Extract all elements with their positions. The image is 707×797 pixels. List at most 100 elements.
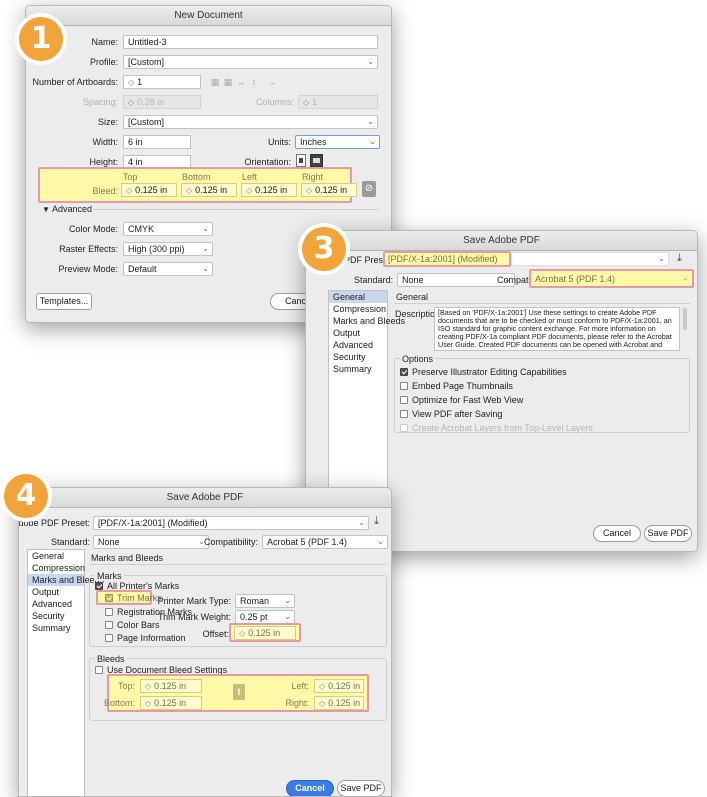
stepper-icon: ◇ (303, 98, 310, 107)
checkbox-icon (95, 666, 103, 674)
option-embed-thumbnails[interactable]: Embed Page Thumbnails (400, 381, 513, 391)
landscape-icon[interactable] (310, 154, 323, 167)
templates-button[interactable]: Templates... (36, 293, 92, 310)
sidebar-item-advanced[interactable]: Advanced (28, 598, 84, 610)
name-label: Name: (91, 37, 118, 47)
stepper-icon: ◇ (246, 186, 253, 195)
bleed-left-field[interactable]: ◇ 0.125 in (241, 183, 297, 197)
bleed-top-field[interactable]: ◇ 0.125 in (140, 679, 202, 693)
sidebar-item-output[interactable]: Output (329, 327, 387, 339)
right-to-left-icon[interactable]: → (266, 76, 278, 88)
description-scrollbar[interactable] (683, 308, 687, 330)
standard-select[interactable]: None ⌄ (93, 535, 209, 549)
profile-select[interactable]: [Custom] ⌄ (123, 55, 378, 69)
bleed-bottom-field[interactable]: ◇ 0.125 in (140, 696, 202, 710)
mark-weight-select[interactable]: 0.25 pt ⌄ (235, 610, 295, 624)
save-pdf-title: Save Adobe PDF (19, 488, 391, 508)
size-select[interactable]: [Custom] ⌄ (123, 115, 378, 129)
portrait-icon[interactable] (296, 154, 306, 167)
raster-effects-label: Raster Effects: (59, 244, 118, 254)
arrange-column-icon[interactable]: ↕ (248, 76, 260, 88)
option-acrobat-layers[interactable]: Create Acrobat Layers from Top-Level Lay… (400, 423, 593, 433)
option-preserve-editing[interactable]: Preserve Illustrator Editing Capabilitie… (400, 367, 567, 377)
stepper-icon: ◇ (128, 98, 135, 107)
chevron-down-icon: ⌄ (367, 117, 374, 126)
page-information-checkbox[interactable]: Page Information (105, 633, 186, 643)
pdf3-save-button[interactable]: Save PDF (644, 525, 692, 542)
name-field[interactable]: Untitled-3 (123, 35, 378, 49)
spacing-field[interactable]: ◇ 0.28 in (123, 95, 201, 109)
sidebar-item-compression[interactable]: Compression (329, 303, 387, 315)
sidebar-item-output[interactable]: Output (28, 586, 84, 598)
bleed-right-field[interactable]: ◇ 0.125 in (314, 696, 364, 710)
artboards-field[interactable]: ◇ 1 (123, 75, 201, 89)
compatibility-select[interactable]: Acrobat 5 (PDF 1.4) ⌄ (535, 273, 689, 284)
grid-by-row-icon[interactable]: ▦ (209, 76, 221, 88)
bleed-left-field[interactable]: ◇ 0.125 in (314, 679, 364, 693)
preview-mode-select[interactable]: Default ⌄ (123, 262, 213, 276)
checkbox-checked-icon (105, 594, 113, 602)
color-mode-select[interactable]: CMYK ⌄ (123, 222, 213, 236)
advanced-toggle[interactable]: ▼ Advanced (42, 204, 92, 214)
standard-label: Standard: (50, 537, 90, 547)
bleeds-label: Bleeds (95, 654, 127, 664)
sidebar-item-general[interactable]: General (329, 291, 387, 303)
pdf4-save-button[interactable]: Save PDF (337, 780, 385, 796)
option-fast-web-view[interactable]: Optimize for Fast Web View (400, 395, 523, 405)
stepper-icon: ◇ (239, 629, 246, 638)
preview-mode-label: Preview Mode: (58, 264, 118, 274)
new-document-title: New Document (26, 6, 391, 26)
mark-type-label: Printer Mark Type: (157, 596, 231, 606)
preset-select[interactable]: [PDF/X-1a:2001] (Modified) ⌄ (93, 516, 369, 530)
sidebar-item-summary[interactable]: Summary (329, 363, 387, 375)
color-bars-checkbox[interactable]: Color Bars (105, 620, 160, 630)
link-bleed-icon[interactable]: ‖ (233, 684, 245, 700)
bleed-header-left: Left (242, 172, 258, 182)
pdf4-cancel-button[interactable]: Cancel (286, 780, 334, 796)
offset-field[interactable]: ◇ 0.125 in (234, 626, 296, 640)
units-label: Units: (267, 137, 291, 147)
sidebar-item-security[interactable]: Security (329, 351, 387, 363)
bleed-label: Bleed: (92, 186, 118, 196)
standard-label: Standard: (353, 275, 393, 285)
option-view-after-saving[interactable]: View PDF after Saving (400, 409, 502, 419)
bleed-header-bottom: Bottom (182, 172, 211, 182)
chevron-down-icon: ⌄ (202, 224, 209, 233)
sidebar-item-marks-and-bleeds[interactable]: Marks and Bleeds (329, 315, 405, 327)
arrange-row-icon[interactable]: ↔ (235, 76, 247, 88)
units-select[interactable]: Inches ⌄ (295, 135, 380, 149)
sidebar-item-summary[interactable]: Summary (28, 622, 84, 634)
sidebar-item-general[interactable]: General (28, 550, 84, 562)
columns-field[interactable]: ◇ 1 (298, 95, 378, 109)
sidebar-item-security[interactable]: Security (28, 610, 84, 622)
raster-effects-select[interactable]: High (300 ppi) ⌄ (123, 242, 213, 256)
save-pdf-title: Save Adobe PDF (306, 231, 697, 251)
section-title: Marks and Bleeds (91, 553, 164, 563)
sidebar-item-marks-and-bleeds[interactable]: Marks and Bleeds (28, 574, 104, 586)
pdf3-cancel-button[interactable]: Cancel (593, 525, 641, 542)
mark-type-select[interactable]: Roman ⌄ (235, 594, 295, 608)
description-text: [Based on 'PDF/X-1a:2001'] Use these set… (434, 307, 680, 351)
save-pdf-marks-dialog: Save Adobe PDF Adobe PDF Preset: [PDF/X-… (18, 487, 392, 797)
bleed-right-field[interactable]: ◇ 0.125 in (301, 183, 357, 197)
compatibility-select[interactable]: Acrobat 5 (PDF 1.4) ⌄ (262, 535, 388, 549)
sidebar-item-advanced[interactable]: Advanced (329, 339, 387, 351)
color-mode-label: Color Mode: (68, 224, 118, 234)
stepper-icon: ◇ (319, 682, 326, 691)
chevron-down-icon: ⌄ (202, 264, 209, 273)
trim-marks-checkbox[interactable]: Trim Marks (105, 593, 162, 603)
save-preset-icon[interactable]: ⤓ (374, 515, 379, 528)
bleed-header-right: Right (302, 172, 324, 182)
bleed-right-label: Right: (285, 698, 309, 708)
preset-select[interactable]: ⌄ (511, 252, 669, 266)
bleed-bottom-label: Bottom: (103, 698, 135, 708)
link-bleed-icon[interactable]: ⊘ (362, 181, 376, 197)
save-preset-icon[interactable]: ⤓ (677, 252, 682, 265)
sidebar-item-compression[interactable]: Compression (28, 562, 85, 574)
preset-value[interactable]: [PDF/X-1a:2001] (Modified) (388, 254, 498, 264)
checkbox-checked-icon (95, 582, 103, 590)
grid-by-column-icon[interactable]: ▦ (222, 76, 234, 88)
bleed-bottom-field[interactable]: ◇ 0.125 in (181, 183, 237, 197)
bleed-top-field[interactable]: ◇ 0.125 in (121, 183, 177, 197)
width-field[interactable]: 6 in (123, 135, 191, 149)
